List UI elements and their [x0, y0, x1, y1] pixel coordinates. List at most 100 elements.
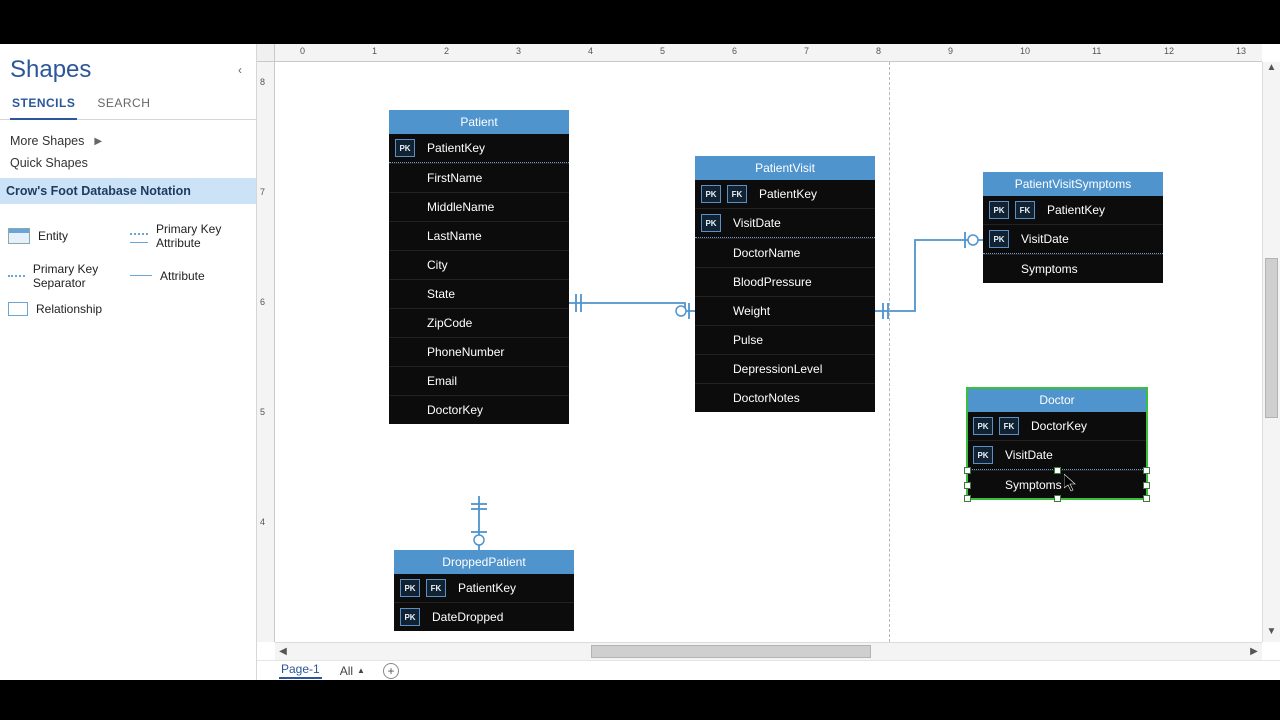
selection-handle[interactable]	[1143, 482, 1150, 489]
add-page-button[interactable]: +	[383, 663, 399, 679]
attribute-name: PatientKey	[1041, 203, 1105, 217]
scroll-right-button[interactable]: ▶	[1246, 646, 1262, 657]
attribute-name: VisitDate	[727, 216, 781, 230]
selection-handle[interactable]	[964, 482, 971, 489]
badge-spacer	[395, 343, 415, 361]
selection-handle[interactable]	[964, 495, 971, 502]
attribute-row[interactable]: DoctorKey	[389, 395, 569, 424]
entity-dropped-title: DroppedPatient	[394, 550, 574, 574]
panel-body: More Shapes ▶ Quick Shapes Crow's Foot D…	[0, 120, 256, 332]
attribute-name: Email	[421, 374, 457, 388]
selection-handle[interactable]	[964, 467, 971, 474]
attribute-row[interactable]: PKVisitDate	[967, 440, 1147, 470]
entity-patient-visit[interactable]: PatientVisit PKFKPatientKeyPKVisitDateDo…	[695, 156, 875, 412]
all-pages-button[interactable]: All ▲	[340, 664, 365, 678]
ruler-mark: 8	[876, 46, 881, 56]
all-pages-label: All	[340, 664, 353, 678]
attribute-row[interactable]: PKVisitDate	[983, 224, 1163, 254]
attribute-row[interactable]: PK VisitDate	[695, 208, 875, 238]
scroll-left-button[interactable]: ◀	[275, 646, 291, 657]
caret-up-icon: ▲	[357, 666, 365, 675]
badge-spacer	[395, 198, 415, 216]
ruler-mark: 4	[588, 46, 593, 56]
entity-patient-visit-symptoms[interactable]: PatientVisitSymptoms PKFKPatientKeyPKVis…	[983, 172, 1163, 283]
badge-spacer	[989, 260, 1009, 278]
fk-badge: FK	[999, 417, 1019, 435]
attribute-row[interactable]: PKFKDoctorKey	[967, 412, 1147, 440]
attribute-row[interactable]: FirstName	[389, 163, 569, 192]
attribute-row[interactable]: City	[389, 250, 569, 279]
quick-shapes-label: Quick Shapes	[10, 156, 88, 170]
attribute-row[interactable]: LastName	[389, 221, 569, 250]
letterbox-bottom	[0, 680, 1280, 720]
selection-handle[interactable]	[1054, 467, 1061, 474]
vertical-scrollbar[interactable]: ▲ ▼	[1262, 62, 1280, 642]
attribute-row[interactable]: MiddleName	[389, 192, 569, 221]
pk-badge: PK	[973, 446, 993, 464]
panel-collapse-button[interactable]: ‹	[238, 63, 242, 77]
selection-handle[interactable]	[1143, 467, 1150, 474]
shape-attribute[interactable]: Attribute	[128, 256, 250, 296]
tab-search[interactable]: SEARCH	[95, 92, 152, 119]
ruler-mark: 9	[948, 46, 953, 56]
attribute-row[interactable]: Weight	[695, 296, 875, 325]
tab-stencils[interactable]: STENCILS	[10, 92, 77, 120]
stencil-crows-foot[interactable]: Crow's Foot Database Notation	[0, 178, 256, 204]
attribute-row[interactable]: DoctorName	[695, 238, 875, 267]
page-break-line	[889, 62, 890, 642]
pk-badge: PK	[701, 214, 721, 232]
attribute-name: VisitDate	[1015, 232, 1069, 246]
entity-doctor-title: Doctor	[967, 388, 1147, 412]
vscroll-track[interactable]	[1263, 78, 1280, 626]
horizontal-scrollbar[interactable]: ◀ ▶	[275, 642, 1262, 660]
attribute-row[interactable]: ZipCode	[389, 308, 569, 337]
selection-handle[interactable]	[1143, 495, 1150, 502]
horizontal-ruler[interactable]: 012345678910111213	[275, 44, 1262, 62]
page-tab-1[interactable]: Page-1	[279, 662, 322, 679]
attribute-row[interactable]: State	[389, 279, 569, 308]
more-shapes-button[interactable]: More Shapes ▶	[6, 130, 250, 152]
hscroll-track[interactable]	[291, 643, 1246, 660]
attribute-row[interactable]: Pulse	[695, 325, 875, 354]
shape-entity[interactable]: Entity	[6, 216, 128, 256]
scroll-up-button[interactable]: ▲	[1263, 62, 1280, 78]
shape-relationship[interactable]: Relationship	[6, 296, 128, 322]
vscroll-thumb[interactable]	[1265, 258, 1278, 418]
attribute-row[interactable]: Email	[389, 366, 569, 395]
panel-tabs: STENCILS SEARCH	[0, 88, 256, 120]
ruler-mark: 6	[732, 46, 737, 56]
attribute-row[interactable]: PKFKPatientKey	[695, 180, 875, 208]
drawing-canvas[interactable]: Patient PKPatientKeyFirstNameMiddleNameL…	[275, 62, 1262, 642]
attribute-row[interactable]: PK DateDropped	[394, 602, 574, 631]
vertical-ruler[interactable]: 87654	[257, 62, 275, 642]
attribute-row[interactable]: DoctorNotes	[695, 383, 875, 412]
pk-badge: PK	[395, 139, 415, 157]
shape-primary-key-attribute[interactable]: Primary Key Attribute	[128, 216, 250, 256]
attribute-row[interactable]: BloodPressure	[695, 267, 875, 296]
attribute-name: ZipCode	[421, 316, 472, 330]
attribute-row[interactable]: PKFKPatientKey	[983, 196, 1163, 224]
attribute-icon	[130, 275, 152, 281]
pk-badge: PK	[400, 579, 420, 597]
attribute-name: LastName	[421, 229, 482, 243]
ruler-mark: 11	[1092, 46, 1101, 56]
attribute-row[interactable]: PKFKPatientKey	[394, 574, 574, 602]
attribute-row[interactable]: PhoneNumber	[389, 337, 569, 366]
ruler-mark: 7	[260, 187, 265, 197]
shape-relationship-label: Relationship	[36, 302, 102, 316]
shape-primary-key-separator[interactable]: Primary Key Separator	[6, 256, 128, 296]
pk-badge: PK	[989, 201, 1009, 219]
hscroll-thumb[interactable]	[591, 645, 871, 658]
entity-patient[interactable]: Patient PKPatientKeyFirstNameMiddleNameL…	[389, 110, 569, 424]
attribute-row[interactable]: PKPatientKey	[389, 134, 569, 163]
attribute-row[interactable]: Symptoms	[983, 254, 1163, 283]
selection-handle[interactable]	[1054, 495, 1061, 502]
quick-shapes-button[interactable]: Quick Shapes	[6, 152, 250, 174]
attribute-row[interactable]: DepressionLevel	[695, 354, 875, 383]
entity-pvs-title: PatientVisitSymptoms	[983, 172, 1163, 196]
entity-dropped-patient[interactable]: DroppedPatient PKFKPatientKeyPKDateDropp…	[394, 550, 574, 631]
scroll-down-button[interactable]: ▼	[1263, 626, 1280, 642]
entity-doctor[interactable]: Doctor PKFKDoctorKeyPKVisitDateSymptoms	[967, 388, 1147, 499]
pk-badge: PK	[400, 608, 420, 626]
attribute-name: DateDropped	[426, 610, 503, 624]
